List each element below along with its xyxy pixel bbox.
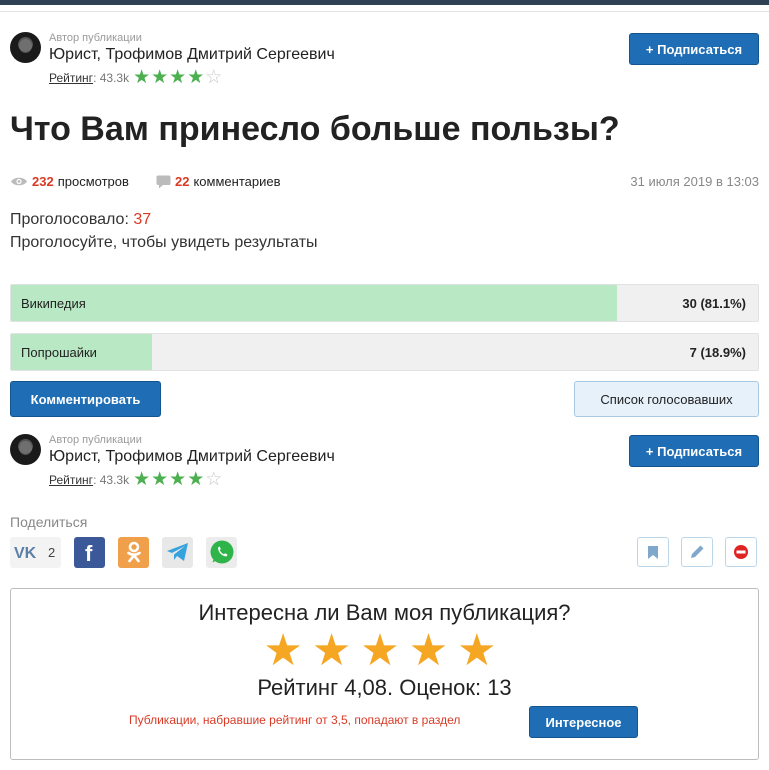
report-button[interactable] — [725, 537, 757, 567]
poll-hint: Проголосуйте, чтобы увидеть результаты — [10, 234, 318, 251]
share-odnoklassniki-button[interactable] — [118, 536, 149, 568]
odnoklassniki-icon — [126, 541, 141, 563]
share-whatsapp-button[interactable] — [206, 536, 237, 568]
share-caption: Поделиться — [10, 514, 88, 530]
rate-star-icon[interactable]: ★ — [360, 626, 408, 675]
rate-star-icon[interactable]: ★ — [457, 626, 505, 675]
poll-option[interactable]: Википедия 30 (81.1%) — [10, 284, 759, 322]
rating-box: Интересна ли Вам моя публикация? ★★★★★ Р… — [10, 588, 759, 760]
post-date: 31 июля 2019 в 13:03 — [630, 174, 759, 189]
rating-value: : 43.3k — [93, 71, 130, 85]
rate-stars[interactable]: ★★★★★ — [11, 629, 758, 673]
svg-text:VK: VK — [14, 545, 37, 560]
views-counter: 232 просмотров — [10, 174, 129, 189]
bookmark-button[interactable] — [637, 537, 669, 567]
poll-option-label: Попрошайки — [21, 345, 97, 360]
page-title: Что Вам принесло больше пользы? — [10, 110, 620, 148]
voted-count-line: Проголосовало: 37 — [10, 211, 151, 229]
share-facebook-button[interactable]: f — [74, 536, 105, 568]
share-vk-button[interactable]: VK 2 — [10, 536, 61, 568]
rating-stars: ★★★★☆ — [133, 67, 224, 88]
report-icon — [734, 545, 748, 559]
eye-icon — [11, 177, 27, 186]
telegram-icon — [166, 543, 188, 561]
poll-option-result: 7 (18.9%) — [689, 345, 746, 360]
comments-label: комментариев — [193, 174, 281, 189]
rating-score: Рейтинг 4,08. Оценок: 13 — [257, 675, 512, 700]
edit-icon — [691, 545, 704, 558]
comment-icon — [156, 175, 171, 188]
author-name[interactable]: Юрист, Трофимов Дмитрий Сергеевич — [49, 448, 335, 466]
author-caption: Автор публикации — [49, 32, 142, 44]
bookmark-icon — [648, 545, 658, 559]
voters-list-button[interactable]: Список голосовавших — [574, 381, 759, 417]
share-telegram-button[interactable] — [162, 536, 193, 568]
post-tools — [625, 537, 757, 567]
comment-button[interactable]: Комментировать — [10, 381, 161, 417]
edit-button[interactable] — [681, 537, 713, 567]
top-divider — [0, 11, 769, 12]
author-block-top: Автор публикации Юрист, Трофимов Дмитрий… — [10, 32, 759, 88]
rating-note: Публикации, набравшие рейтинг от 3,5, по… — [129, 713, 461, 727]
rate-star-icon[interactable]: ★ — [312, 626, 360, 675]
poll-option-result: 30 (81.1%) — [682, 296, 746, 311]
post-meta: 232 просмотров 22 комментариев 31 июля 2… — [10, 172, 759, 192]
poll-option-fill — [11, 285, 617, 321]
vk-icon: VK — [14, 545, 37, 560]
author-name[interactable]: Юрист, Трофимов Дмитрий Сергеевич — [49, 46, 335, 64]
interesting-button[interactable]: Интересное — [529, 706, 638, 738]
author-caption: Автор публикации — [49, 434, 142, 446]
whatsapp-icon — [210, 540, 233, 564]
author-block-bottom: Автор публикации Юрист, Трофимов Дмитрий… — [10, 434, 759, 490]
subscribe-button[interactable]: + Подписаться — [629, 435, 759, 467]
author-rating: Рейтинг: 43.3k ★★★★☆ — [49, 469, 224, 490]
vk-share-count: 2 — [48, 544, 56, 560]
voted-count: 37 — [133, 211, 152, 228]
comments-counter[interactable]: 22 комментариев — [156, 174, 280, 189]
facebook-icon: f — [85, 541, 93, 563]
svg-text:f: f — [85, 541, 93, 563]
rating-link[interactable]: Рейтинг — [49, 71, 93, 85]
rating-stars: ★★★★☆ — [133, 469, 224, 490]
poll-option[interactable]: Попрошайки 7 (18.9%) — [10, 333, 759, 371]
rating-question: Интересна ли Вам моя публикация? — [198, 600, 571, 625]
author-avatar[interactable] — [10, 32, 41, 63]
author-rating: Рейтинг: 43.3k ★★★★☆ — [49, 67, 224, 88]
author-avatar[interactable] — [10, 434, 41, 465]
rate-star-icon[interactable]: ★ — [263, 626, 311, 675]
views-count: 232 — [32, 174, 54, 189]
rating-value: : 43.3k — [93, 473, 130, 487]
top-bar — [0, 0, 769, 5]
rate-star-icon[interactable]: ★ — [409, 626, 457, 675]
poll-option-label: Википедия — [21, 296, 86, 311]
rating-link[interactable]: Рейтинг — [49, 473, 93, 487]
voted-label: Проголосовало: — [10, 211, 134, 228]
share-buttons: VK 2 f — [10, 536, 250, 568]
views-label: просмотров — [57, 174, 129, 189]
subscribe-button[interactable]: + Подписаться — [629, 33, 759, 65]
comments-count: 22 — [175, 174, 190, 189]
